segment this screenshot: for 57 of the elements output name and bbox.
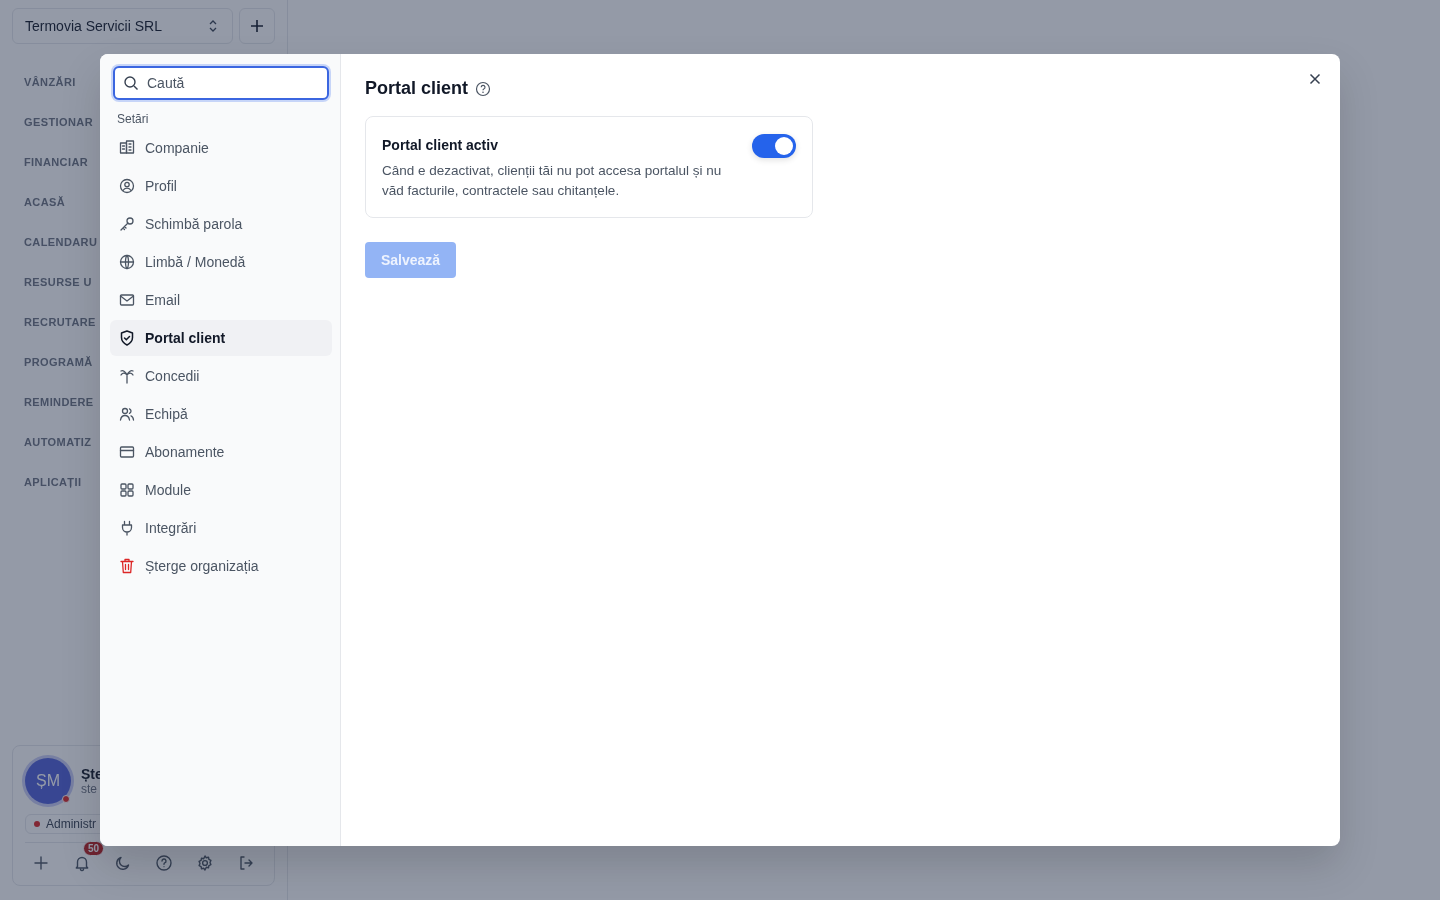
setting-description: Când e dezactivat, clienții tăi nu pot accesa portalul și nu văd facturile, contractele sau chitanțele. xyxy=(382,162,723,200)
nav-item[interactable]: RESURSE U xyxy=(24,273,92,291)
user-circle-icon xyxy=(118,177,136,195)
logout-icon xyxy=(237,854,255,872)
user-avatar: ȘM xyxy=(25,758,71,804)
section-label: Setări xyxy=(117,112,150,126)
settings-menu-item[interactable]: Schimbă parola xyxy=(110,206,332,242)
toggle-switch[interactable] xyxy=(752,134,796,158)
close-icon xyxy=(1309,73,1321,85)
help-icon[interactable] xyxy=(475,80,492,97)
settings-menu-item[interactable]: Profil xyxy=(110,168,332,204)
shield-check-icon xyxy=(118,329,136,347)
grid-icon xyxy=(118,481,136,499)
plus-icon xyxy=(32,854,50,872)
chevron-updown-icon xyxy=(208,19,218,33)
plus-icon xyxy=(250,19,264,33)
nav-item[interactable]: GESTIONAR xyxy=(24,113,93,131)
settings-menu-item[interactable]: Concedii xyxy=(110,358,332,394)
globe-icon xyxy=(118,253,136,271)
credit-card-icon xyxy=(118,443,136,461)
nav-item[interactable]: CALENDARU xyxy=(24,233,98,251)
settings-menu-item[interactable]: Integrări xyxy=(110,510,332,546)
moon-icon xyxy=(114,854,132,872)
nav-item[interactable]: VÂNZĂRI xyxy=(24,73,76,91)
users-icon xyxy=(118,405,136,423)
nav-item[interactable]: PROGRAMĂ xyxy=(24,353,93,371)
nav-item[interactable]: AUTOMATIZ xyxy=(24,433,92,451)
nav-item[interactable]: ACASĂ xyxy=(24,193,66,211)
close-button[interactable] xyxy=(1307,71,1323,87)
settings-menu-item[interactable]: Abonamente xyxy=(110,434,332,470)
company-select[interactable]: Termovia Servicii SRL xyxy=(12,8,233,44)
user-email: ste xyxy=(81,782,98,796)
setting-label: Portal client activ xyxy=(382,137,499,153)
building-icon xyxy=(118,139,136,157)
nav-item[interactable]: FINANCIAR xyxy=(24,153,89,171)
settings-menu-item[interactable]: Șterge organizația xyxy=(110,548,332,584)
nav-item[interactable]: APLICAȚII xyxy=(24,473,82,491)
add-button[interactable] xyxy=(239,8,275,44)
help-icon xyxy=(155,854,173,872)
settings-menu-item[interactable]: Limbă / Monedă xyxy=(110,244,332,280)
settings-menu-item[interactable]: Echipă xyxy=(110,396,332,432)
settings-menu-item[interactable]: Companie xyxy=(110,130,332,166)
settings-menu-item[interactable]: Portal client xyxy=(110,320,332,356)
key-icon xyxy=(118,215,136,233)
settings-icon xyxy=(196,854,214,872)
search-icon xyxy=(123,75,139,91)
palm-tree-icon xyxy=(118,367,136,385)
search-field[interactable]: Caută xyxy=(113,66,329,100)
nav-item[interactable]: RECRUTARE xyxy=(24,313,96,331)
trash-icon xyxy=(118,557,136,575)
settings-menu-item[interactable]: Module xyxy=(110,472,332,508)
settings-menu-item[interactable]: Email xyxy=(110,282,332,318)
page-title: Portal client xyxy=(365,78,469,99)
notification-badge: 50 xyxy=(83,841,105,856)
bell-icon xyxy=(73,854,91,872)
mail-icon xyxy=(118,291,136,309)
nav-item[interactable]: REMINDERE xyxy=(24,393,94,411)
